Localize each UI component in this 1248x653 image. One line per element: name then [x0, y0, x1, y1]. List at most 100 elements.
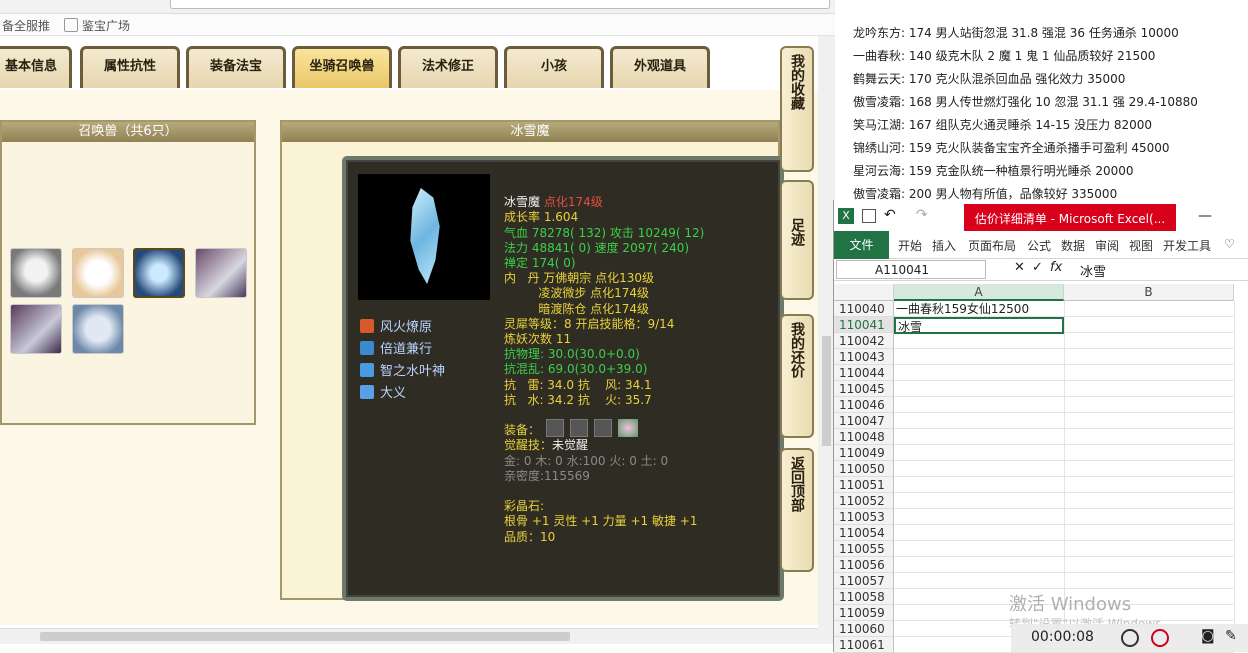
tab-mount-summon[interactable]: 坐骑召唤兽	[292, 46, 392, 88]
cell-a[interactable]	[894, 381, 1064, 397]
cell-a[interactable]	[894, 493, 1064, 509]
row-header[interactable]: 110052	[834, 493, 894, 509]
cell-b[interactable]	[1064, 365, 1234, 381]
cell-a[interactable]	[894, 429, 1064, 445]
row-header[interactable]: 110051	[834, 477, 894, 493]
ribbon-formulas[interactable]: 公式	[1027, 237, 1051, 254]
skill-4[interactable]: 大义	[360, 382, 406, 401]
cell-b[interactable]	[1064, 573, 1234, 589]
row-header[interactable]: 110048	[834, 429, 894, 445]
formula-value[interactable]: 冰雪	[1080, 261, 1106, 280]
tab-spell[interactable]: 法术修正	[398, 46, 498, 88]
cell-b[interactable]	[1064, 461, 1234, 477]
row-header[interactable]: 110045	[834, 381, 894, 397]
enter-icon[interactable]: ✓	[1032, 260, 1043, 275]
cell-a[interactable]	[894, 477, 1064, 493]
my-counteroffer-button[interactable]: 我的还价	[780, 314, 814, 438]
tab-appearance[interactable]: 外观道具	[610, 46, 710, 88]
row-header[interactable]: 110058	[834, 589, 894, 605]
minimize-icon[interactable]: —	[1198, 208, 1212, 224]
cell-a[interactable]	[894, 525, 1064, 541]
row-header[interactable]: 110042	[834, 333, 894, 349]
cell-a[interactable]	[894, 461, 1064, 477]
footprint-button[interactable]: 足迹	[780, 180, 814, 300]
cell-a[interactable]	[894, 365, 1064, 381]
skill-3[interactable]: 智之水叶神	[360, 360, 445, 379]
ribbon-page-layout[interactable]: 页面布局	[968, 237, 1016, 254]
cell-b[interactable]	[1064, 301, 1234, 317]
column-b-header[interactable]: B	[1064, 284, 1234, 301]
browser-address-bar[interactable]	[0, 0, 835, 14]
column-a-header[interactable]: A	[894, 284, 1064, 301]
row-header[interactable]: 110054	[834, 525, 894, 541]
ribbon-home[interactable]: 开始	[898, 237, 922, 254]
row-header[interactable]: 110050	[834, 461, 894, 477]
row-header[interactable]: 110046	[834, 397, 894, 413]
cell-b[interactable]	[1064, 429, 1234, 445]
row-header[interactable]: 110043	[834, 349, 894, 365]
cell-b[interactable]	[1064, 333, 1234, 349]
horizontal-scrollbar[interactable]	[0, 628, 818, 644]
ribbon-insert[interactable]: 插入	[932, 237, 956, 254]
stop-icon[interactable]	[1151, 629, 1169, 647]
my-favorites-button[interactable]: 我的收藏	[780, 46, 814, 172]
camera-icon[interactable]: ◙	[1201, 628, 1215, 644]
row-header[interactable]: 110061	[834, 637, 894, 653]
skill-1[interactable]: 风火燎原	[360, 316, 432, 335]
equip-slot-2[interactable]	[570, 419, 588, 437]
pet-thumb-5[interactable]	[10, 304, 62, 354]
bookmark-1[interactable]: 备全服推	[2, 17, 50, 34]
row-header[interactable]: 110059	[834, 605, 894, 621]
bookmark-2[interactable]: 鉴宝广场	[82, 17, 130, 34]
tab-child[interactable]: 小孩	[504, 46, 604, 88]
row-header[interactable]: 110057	[834, 573, 894, 589]
cell-b[interactable]	[1064, 493, 1234, 509]
ribbon-developer[interactable]: 开发工具	[1163, 237, 1211, 254]
ribbon-review[interactable]: 审阅	[1095, 237, 1119, 254]
cancel-icon[interactable]: ✕	[1014, 260, 1025, 275]
function-icon[interactable]: fx	[1050, 260, 1062, 275]
equip-slot-3[interactable]	[594, 419, 612, 437]
pet-thumb-4[interactable]	[195, 248, 247, 298]
pet-thumb-2[interactable]	[72, 248, 124, 298]
row-header[interactable]: 110040	[834, 301, 894, 317]
cell-a[interactable]: 冰雪	[894, 317, 1064, 334]
cell-a[interactable]	[894, 573, 1064, 589]
cell-b[interactable]	[1064, 477, 1234, 493]
cell-b[interactable]	[1064, 445, 1234, 461]
row-header[interactable]: 110055	[834, 541, 894, 557]
cell-a[interactable]	[894, 349, 1064, 365]
cell-a[interactable]	[894, 541, 1064, 557]
save-icon[interactable]	[862, 209, 876, 223]
equip-ornament-icon[interactable]	[618, 419, 638, 437]
tab-basic-info[interactable]: 基本信息	[0, 46, 72, 88]
cell-a[interactable]: 一曲春秋159女仙12500	[894, 301, 1064, 317]
cell-b[interactable]	[1064, 541, 1234, 557]
row-header[interactable]: 110056	[834, 557, 894, 573]
pet-thumb-3-selected[interactable]	[133, 248, 185, 298]
cell-a[interactable]	[894, 333, 1064, 349]
undo-icon[interactable]: ↶	[884, 207, 896, 223]
tab-attributes[interactable]: 属性抗性	[80, 46, 180, 88]
pet-thumb-1[interactable]	[10, 248, 62, 298]
cell-b[interactable]	[1064, 525, 1234, 541]
equip-slot-1[interactable]	[546, 419, 564, 437]
cell-a[interactable]	[894, 509, 1064, 525]
cell-b[interactable]	[1064, 509, 1234, 525]
cell-a[interactable]	[894, 397, 1064, 413]
ribbon-view[interactable]: 视图	[1129, 237, 1153, 254]
select-all-corner[interactable]	[834, 284, 894, 301]
ribbon-file[interactable]: 文件	[834, 231, 889, 259]
pause-icon[interactable]	[1121, 629, 1139, 647]
pen-icon[interactable]: ✎	[1225, 628, 1237, 644]
row-header[interactable]: 110049	[834, 445, 894, 461]
ribbon-collapse-icon[interactable]: ♡	[1224, 237, 1235, 251]
scrollbar-thumb[interactable]	[40, 632, 570, 641]
cell-a[interactable]	[894, 445, 1064, 461]
name-box[interactable]: A110041	[836, 260, 986, 279]
skill-2[interactable]: 倍道兼行	[360, 338, 432, 357]
vscrollbar-thumb[interactable]	[822, 336, 831, 446]
ribbon-data[interactable]: 数据	[1061, 237, 1085, 254]
back-to-top-button[interactable]: 返回顶部	[780, 448, 814, 572]
cell-a[interactable]	[894, 557, 1064, 573]
